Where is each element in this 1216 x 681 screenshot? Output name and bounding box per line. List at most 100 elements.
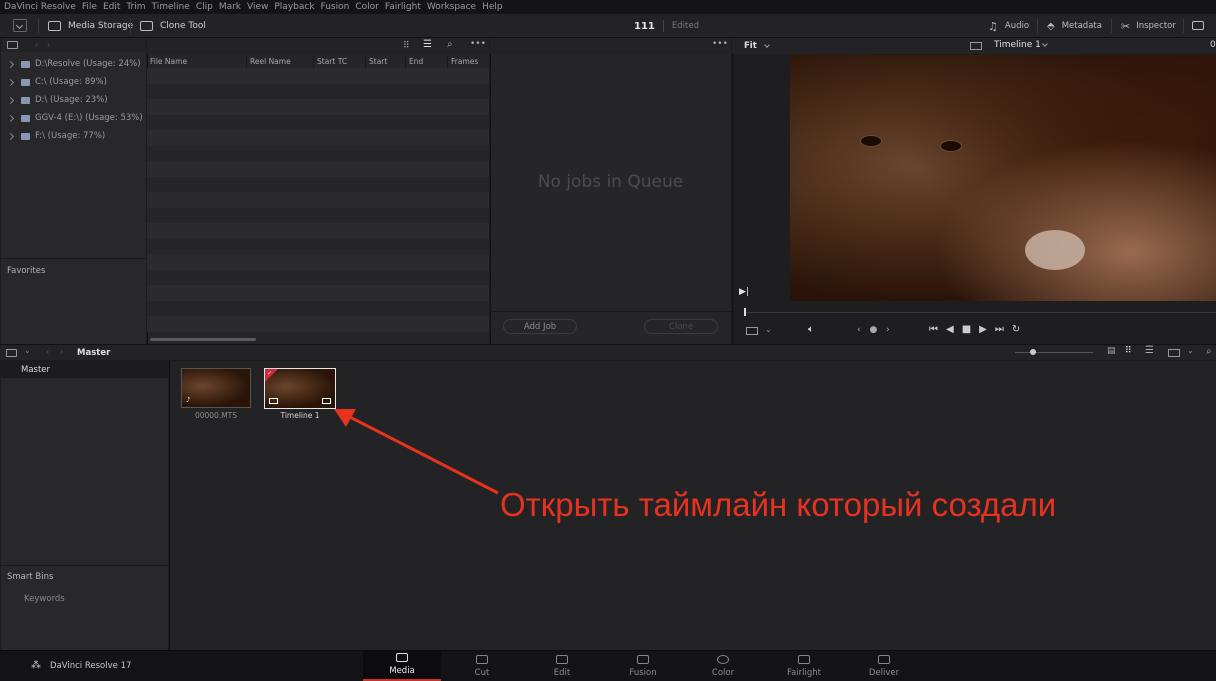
scrubber-bar[interactable] <box>744 312 1216 313</box>
metadata-view-icon[interactable]: ▤ <box>1107 346 1116 356</box>
menu-playback[interactable]: Playback <box>274 2 314 12</box>
horizontal-scrollbar[interactable] <box>150 338 256 341</box>
timeline-icon <box>269 398 278 404</box>
menu-help[interactable]: Help <box>482 2 503 12</box>
menu-fairlight[interactable]: Fairlight <box>385 2 421 12</box>
forward-icon[interactable]: › <box>60 347 63 356</box>
sort-icon[interactable] <box>1168 349 1180 357</box>
storage-item[interactable]: GGV-4 (E:\) (Usage: 53%) <box>6 111 143 125</box>
app-name: DaVinci Resolve 17 <box>50 661 132 671</box>
viewer-frame[interactable] <box>790 55 1216 301</box>
storage-item[interactable]: C:\ (Usage: 89%) <box>6 75 107 89</box>
table-row <box>147 161 489 177</box>
zoom-dropdown[interactable]: Fit <box>744 41 757 51</box>
timeline-thumbnail[interactable]: ✓ <box>264 368 336 409</box>
storage-item[interactable]: D:\Resolve (Usage: 24%) <box>6 57 141 71</box>
slider-handle[interactable] <box>1030 349 1036 355</box>
fusion-page-icon <box>637 655 649 664</box>
viewer-timeline-name[interactable]: Timeline 1 <box>994 40 1041 50</box>
loop-icon[interactable]: ↻ <box>1012 324 1028 335</box>
storage-item[interactable]: F:\ (Usage: 77%) <box>6 129 105 143</box>
menu-edit[interactable]: Edit <box>103 2 120 12</box>
tab-fusion[interactable]: Fusion <box>604 650 682 681</box>
go-to-start-icon[interactable]: ⏮︎ <box>929 324 946 335</box>
chevron-down-icon[interactable] <box>1042 41 1048 47</box>
search-icon[interactable]: ⌕ <box>447 39 453 50</box>
toolbar-divider <box>1111 19 1112 33</box>
menu-fusion[interactable]: Fusion <box>321 2 350 12</box>
clip-thumbnail[interactable]: ♪ <box>181 368 251 408</box>
search-icon[interactable]: ⌕ <box>1206 346 1212 357</box>
stop-icon[interactable]: ■ <box>962 324 979 335</box>
panel-toggle-icon[interactable] <box>6 349 17 357</box>
list-view-icon[interactable]: ☰ <box>423 39 432 50</box>
table-row <box>147 254 489 270</box>
menu-workspace[interactable]: Workspace <box>427 2 476 12</box>
tab-fairlight[interactable]: Fairlight <box>765 650 843 681</box>
thumbnail-size-slider[interactable] <box>1015 352 1093 353</box>
back-icon[interactable]: ‹ <box>35 40 38 49</box>
metadata-button[interactable]: ⬘ Metadata <box>1047 14 1102 38</box>
add-job-button[interactable]: Add Job <box>503 319 577 334</box>
tab-cut[interactable]: Cut <box>443 650 521 681</box>
forward-icon[interactable]: › <box>47 40 50 49</box>
cat-paw <box>1025 230 1085 270</box>
clone-button[interactable]: Clone <box>644 319 718 334</box>
chevron-down-icon[interactable]: ⌄ <box>1187 346 1194 355</box>
jog-control[interactable]: ‹ ● › <box>857 325 893 335</box>
more-options-icon[interactable]: ••• <box>712 39 728 49</box>
chevron-down-icon[interactable]: ⌄ <box>24 346 31 355</box>
menu-file[interactable]: File <box>82 2 97 12</box>
menu-color[interactable]: Color <box>355 2 379 12</box>
volume-icon[interactable]: 🔈︎ <box>808 324 814 335</box>
keyboard-icon[interactable] <box>1192 21 1204 30</box>
next-frame-icon[interactable]: ▶︎| <box>739 287 749 297</box>
back-icon[interactable]: ‹ <box>46 347 49 356</box>
menu-app[interactable]: DaVinci Resolve <box>4 2 76 12</box>
table-row <box>147 223 489 239</box>
menu-timeline[interactable]: Timeline <box>152 2 190 12</box>
play-reverse-icon[interactable]: ◀︎ <box>946 324 962 335</box>
tab-color[interactable]: Color <box>684 650 762 681</box>
clip-name: Timeline 1 <box>280 411 320 420</box>
divider <box>1 258 146 259</box>
chevron-down-icon[interactable]: ⌄ <box>765 325 772 334</box>
menu-clip[interactable]: Clip <box>196 2 213 12</box>
menu-view[interactable]: View <box>247 2 268 12</box>
go-to-end-icon[interactable]: ⏭︎ <box>995 324 1012 335</box>
view-options-icon[interactable] <box>746 327 758 335</box>
inspector-button[interactable]: ✂ Inspector <box>1121 14 1176 38</box>
layout-dropdown[interactable] <box>13 19 27 32</box>
column-header-reel-name[interactable]: Reel Name <box>247 55 314 68</box>
column-header-start[interactable]: Start <box>366 55 406 68</box>
panel-toggle-icon[interactable] <box>7 41 18 49</box>
smart-bin-keywords[interactable]: Keywords <box>24 594 65 604</box>
menu-mark[interactable]: Mark <box>219 2 241 12</box>
column-header-file-name[interactable]: File Name <box>147 55 247 68</box>
column-header-start-tc[interactable]: Start TC <box>314 55 366 68</box>
grid-view-icon[interactable]: ⠿ <box>403 41 410 51</box>
column-header-end[interactable]: End <box>406 55 448 68</box>
more-options-icon[interactable]: ••• <box>470 39 486 49</box>
media-storage-button[interactable]: Media Storage <box>48 14 133 38</box>
thumbnail-view-icon[interactable]: ⠿ <box>1125 346 1132 356</box>
tab-deliver[interactable]: Deliver <box>845 650 923 681</box>
column-header-frames[interactable]: Frames <box>448 55 489 68</box>
bin-item-master[interactable]: Master <box>1 361 168 378</box>
play-icon[interactable]: ▶︎ <box>979 324 995 335</box>
audio-button[interactable]: ♫ Audio <box>988 14 1029 38</box>
menu-trim[interactable]: Trim <box>126 2 145 12</box>
table-row <box>147 114 489 130</box>
tab-media[interactable]: Media <box>363 650 441 681</box>
list-view-icon[interactable]: ☰ <box>1145 345 1154 356</box>
storage-header: ‹ › <box>1 38 146 52</box>
audio-clip-icon: ♪ <box>186 396 191 404</box>
media-pool-bin-title: Master <box>77 348 111 358</box>
multicam-icon <box>322 398 331 404</box>
tab-label: Cut <box>474 668 490 678</box>
storage-item[interactable]: D:\ (Usage: 23%) <box>6 93 108 107</box>
playhead[interactable] <box>744 308 746 316</box>
tab-edit[interactable]: Edit <box>523 650 601 681</box>
table-row <box>147 99 489 115</box>
clone-tool-button[interactable]: Clone Tool <box>140 14 206 38</box>
